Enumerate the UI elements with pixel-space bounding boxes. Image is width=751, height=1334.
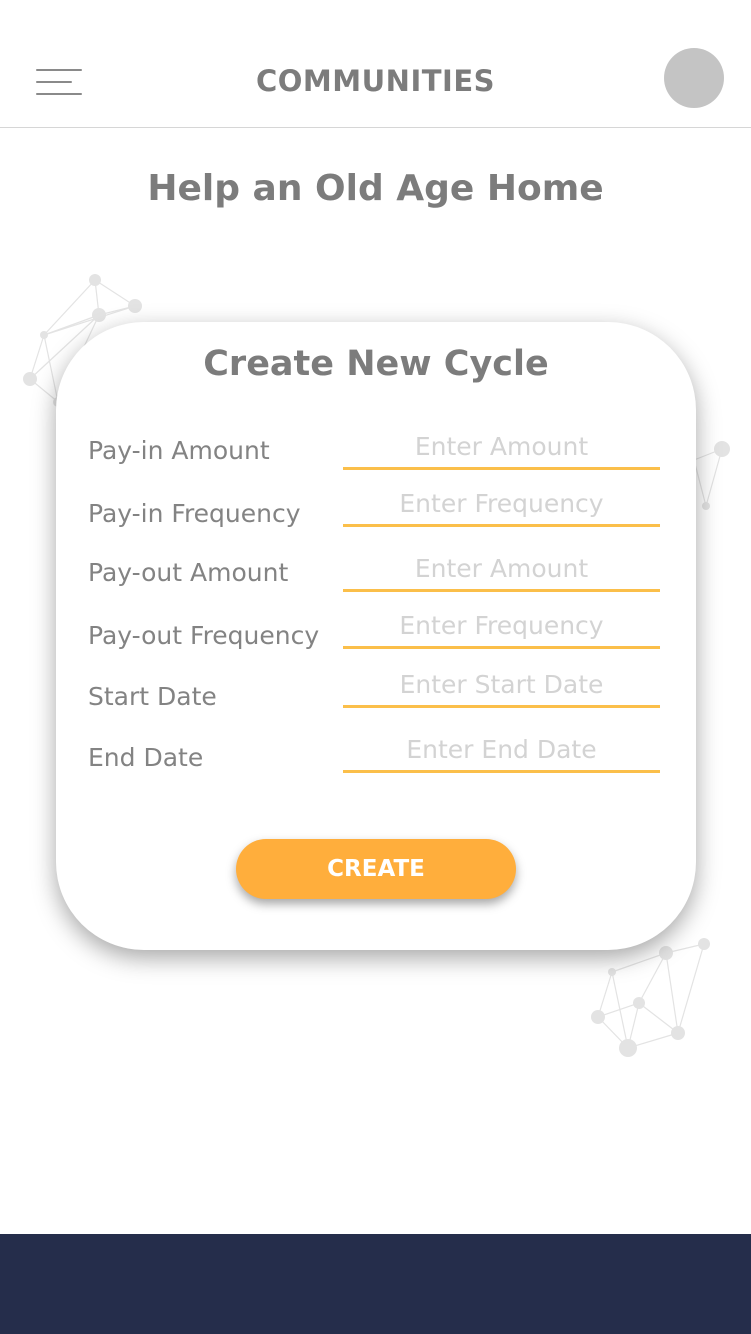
- pay-in-frequency-label: Pay-in Frequency: [88, 499, 301, 528]
- start-date-label: Start Date: [88, 682, 217, 711]
- pay-out-frequency-input[interactable]: [343, 605, 660, 649]
- end-date-label: End Date: [88, 743, 204, 772]
- page-title: Help an Old Age Home: [147, 168, 604, 209]
- app-header: COMMUNITIES: [0, 0, 751, 128]
- pay-in-amount-input[interactable]: [343, 426, 660, 470]
- card-title: Create New Cycle: [203, 344, 549, 384]
- app-title: COMMUNITIES: [255, 64, 496, 98]
- create-button[interactable]: CREATE: [236, 839, 516, 899]
- start-date-row: Start Date: [56, 664, 696, 712]
- pay-out-amount-row: Pay-out Amount: [56, 548, 696, 596]
- pay-in-frequency-input[interactable]: [343, 483, 660, 527]
- pay-in-amount-row: Pay-in Amount: [56, 426, 696, 474]
- end-date-input[interactable]: [343, 729, 660, 773]
- create-cycle-card: Create New Cycle Pay-in Amount Pay-in Fr…: [56, 322, 696, 950]
- pay-out-frequency-label: Pay-out Frequency: [88, 621, 320, 650]
- avatar[interactable]: [664, 48, 724, 108]
- pay-out-amount-input[interactable]: [343, 548, 660, 592]
- pay-out-frequency-row: Pay-out Frequency: [56, 605, 696, 653]
- pay-out-amount-label: Pay-out Amount: [88, 558, 289, 587]
- pay-in-frequency-row: Pay-in Frequency: [56, 483, 696, 531]
- start-date-input[interactable]: [343, 664, 660, 708]
- end-date-row: End Date: [56, 729, 696, 777]
- bottom-bar: [0, 1234, 751, 1334]
- pay-in-amount-label: Pay-in Amount: [88, 436, 270, 465]
